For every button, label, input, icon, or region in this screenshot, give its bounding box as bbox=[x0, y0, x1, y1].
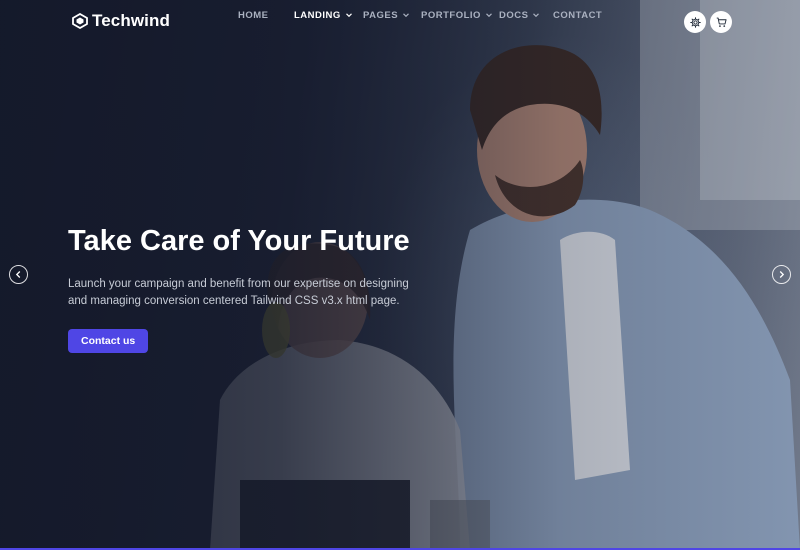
chevron-down-icon bbox=[533, 13, 540, 18]
nav-item-label: PAGES bbox=[363, 9, 399, 21]
slider-prev-button[interactable] bbox=[9, 265, 28, 284]
cart-button[interactable] bbox=[710, 11, 732, 33]
chevron-down-icon bbox=[345, 13, 352, 18]
hero-description: Launch your campaign and benefit from ou… bbox=[68, 278, 409, 307]
hero-content: Take Care of Your Future Launch your cam… bbox=[68, 224, 428, 353]
nav-item-contact[interactable]: CONTACT bbox=[553, 10, 602, 21]
settings-button[interactable] bbox=[684, 11, 706, 33]
chevron-down-icon bbox=[403, 13, 409, 18]
nav-item-home[interactable]: HOME bbox=[238, 10, 269, 21]
cart-icon bbox=[716, 17, 727, 27]
chevron-left-icon bbox=[15, 271, 21, 278]
nav-item-label: LANDING bbox=[294, 9, 341, 21]
nav-item-label: PORTFOLIO bbox=[421, 9, 481, 21]
nav-item-docs[interactable]: DOCS bbox=[499, 10, 540, 21]
nav-item-portfolio[interactable]: PORTFOLIO bbox=[421, 10, 493, 21]
navbar: Techwind HOME LANDING PAGES PORTFOLIO DO… bbox=[0, 0, 800, 44]
contact-us-button[interactable]: Contact us bbox=[68, 329, 149, 353]
techwind-logo-icon bbox=[72, 13, 88, 29]
nav-item-pages[interactable]: PAGES bbox=[363, 10, 410, 21]
brand-name: Techwind bbox=[92, 11, 170, 30]
chevron-down-icon bbox=[485, 13, 492, 18]
nav-item-landing[interactable]: LANDING bbox=[294, 10, 353, 21]
nav-item-label: DOCS bbox=[499, 9, 529, 21]
hero-slider: Techwind HOME LANDING PAGES PORTFOLIO DO… bbox=[0, 0, 800, 550]
slider-next-button[interactable] bbox=[772, 265, 791, 284]
hero-title: Take Care of Your Future bbox=[68, 225, 410, 257]
chevron-right-icon bbox=[779, 271, 785, 278]
brand-logo[interactable]: Techwind bbox=[72, 11, 170, 31]
nav-item-label: CONTACT bbox=[553, 9, 603, 21]
nav-item-label: HOME bbox=[238, 9, 269, 21]
gear-icon bbox=[689, 16, 701, 28]
